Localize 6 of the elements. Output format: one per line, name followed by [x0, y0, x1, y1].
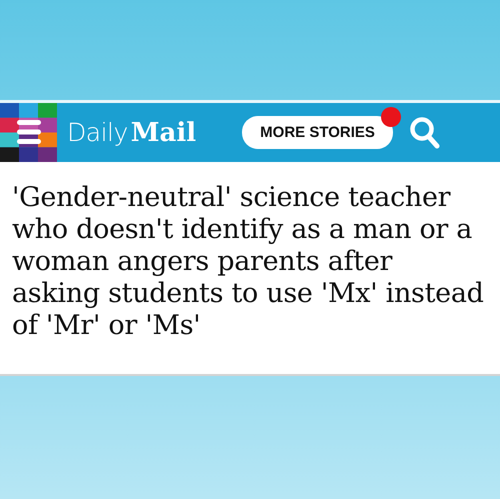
- headline: 'Gender-neutral' science teacher who doesn't identify as a man or a woman angers parents after asking students to use 'Mx' instead of 'Mr' or 'Ms': [12, 182, 485, 342]
- more-stories-button[interactable]: MORE STORIES: [242, 116, 393, 149]
- menu-icon[interactable]: [0, 103, 57, 162]
- search-icon[interactable]: [410, 116, 440, 148]
- logo-text: Mail: [130, 118, 196, 148]
- logo-text: Daily: [67, 118, 128, 146]
